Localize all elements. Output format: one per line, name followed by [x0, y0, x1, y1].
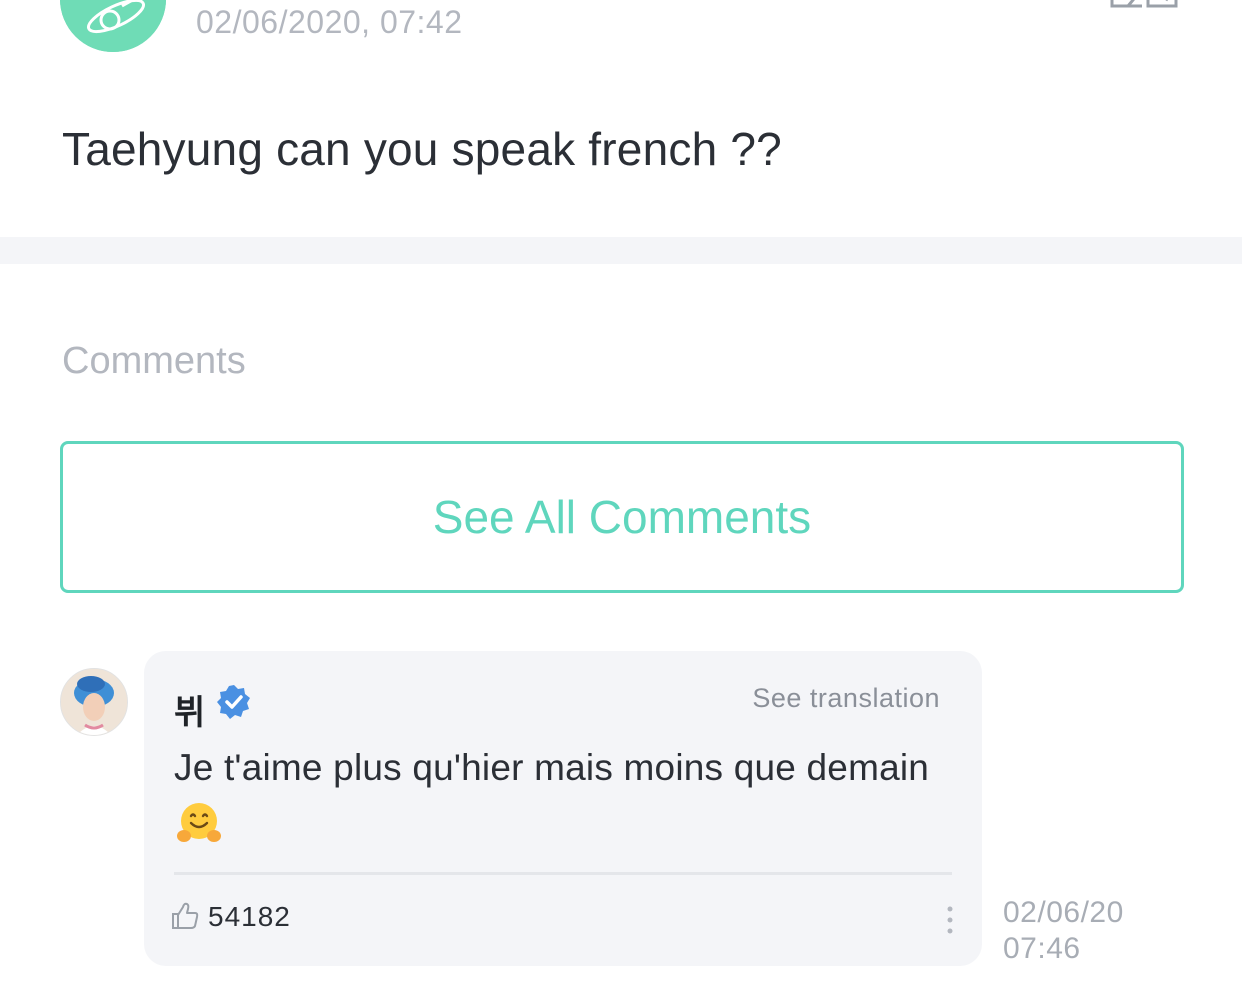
post-text: Taehyung can you speak french ??	[62, 123, 782, 175]
more-vertical-icon[interactable]	[940, 905, 960, 939]
see-translation-link[interactable]: See translation	[752, 683, 940, 714]
comment-text: Je t'aime plus qu'hier mais moins que de…	[174, 747, 930, 788]
comment-author-name[interactable]: 뷔	[174, 685, 205, 734]
comments-heading: Comments	[62, 340, 246, 382]
comment-author-avatar[interactable]	[60, 668, 128, 736]
comment-time: 07:46	[1003, 932, 1081, 965]
like-count: 54182	[208, 901, 291, 932]
verified-badge-icon	[216, 684, 252, 720]
comment-date: 02/06/20	[1003, 896, 1124, 929]
section-divider	[0, 237, 1242, 264]
post-author-avatar[interactable]	[60, 0, 166, 52]
post-timestamp: 02/06/2020, 07:42	[196, 4, 463, 40]
translate-icon[interactable]	[1106, 0, 1182, 20]
planet-logo-icon	[60, 0, 166, 52]
comment-timestamp: 02/06/20 07:46	[1003, 895, 1183, 967]
hugging-face-icon	[176, 800, 222, 846]
see-all-comments-button[interactable]: See All Comments	[60, 441, 1184, 593]
thumbs-up-icon[interactable]	[170, 901, 200, 931]
comment-text-block: Je t'aime plus qu'hier mais moins que de…	[174, 739, 934, 855]
avatar-photo	[61, 669, 127, 735]
comment-divider	[174, 872, 952, 875]
comment-card: 뷔 See translation Je t'aime plus qu'hier…	[144, 651, 982, 966]
